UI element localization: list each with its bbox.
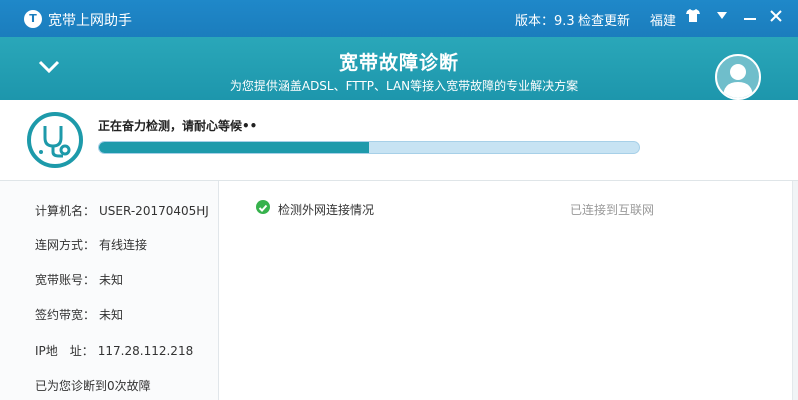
computer-name-row: 计算机名： USER-20170405HJ	[35, 202, 209, 219]
progress-status-text: 正在奋力检测，请耐心等候••	[98, 119, 258, 133]
connection-type-row: 连网方式： 有线连接	[35, 236, 147, 253]
banner-subtitle: 为您提供涵盖ADSL、FTTP、LAN等接入宽带故障的专业解决方案	[229, 79, 579, 93]
diagnosed-count: 已为您诊断到0次故障	[35, 379, 151, 393]
progress-section: 正在奋力检测，请耐心等候••	[0, 100, 798, 181]
minimize-icon[interactable]	[744, 9, 756, 27]
check-item-status: 已连接到互联网	[570, 203, 655, 217]
connection-type-label: 连网方式：	[35, 238, 96, 252]
check-circle-icon	[256, 200, 270, 214]
avatar-icon[interactable]	[715, 54, 761, 100]
stethoscope-icon	[27, 112, 83, 168]
computer-name-value: USER-20170405HJ	[99, 204, 209, 218]
close-icon[interactable]	[770, 8, 782, 26]
progress-bar-fill	[99, 142, 369, 153]
version-label: 版本：9.3	[515, 14, 575, 29]
scrollbar[interactable]	[792, 181, 798, 400]
bandwidth-row: 签约带宽： 未知	[35, 306, 123, 323]
computer-name-label: 计算机名：	[35, 204, 96, 218]
region-selector[interactable]: 福建	[650, 10, 676, 29]
banner: 宽带故障诊断 为您提供涵盖ADSL、FTTP、LAN等接入宽带故障的专业解决方案	[0, 37, 798, 100]
shirt-icon[interactable]	[686, 9, 700, 26]
check-item-label: 检测外网连接情况	[278, 203, 375, 217]
ip-value: 117.28.112.218	[97, 344, 194, 358]
title-bar[interactable]: T 宽带上网助手 版本：9.3 检查更新 福建	[0, 0, 798, 37]
banner-title: 宽带故障诊断	[338, 52, 459, 74]
bandwidth-value: 未知	[99, 308, 124, 322]
account-value: 未知	[99, 273, 124, 287]
progress-bar	[98, 141, 640, 154]
ip-row: IP地 址： 117.28.112.218	[35, 342, 193, 359]
ip-label: IP地 址：	[35, 344, 94, 358]
bandwidth-label: 签约带宽：	[35, 308, 96, 322]
info-panel: 计算机名： USER-20170405HJ 连网方式： 有线连接 宽带账号： 未知 签…	[0, 181, 219, 400]
dropdown-icon[interactable]	[717, 12, 727, 23]
account-label: 宽带账号：	[35, 273, 96, 287]
connection-type-value: 有线连接	[99, 238, 148, 252]
app-window: T 宽带上网助手 版本：9.3 检查更新 福建 宽带故障诊断 为您提供涵盖ADS…	[0, 0, 798, 400]
check-update-link[interactable]: 检查更新	[578, 10, 630, 29]
app-title: 宽带上网助手	[48, 13, 132, 29]
account-row: 宽带账号： 未知	[35, 271, 123, 288]
app-logo-icon: T	[24, 10, 42, 28]
